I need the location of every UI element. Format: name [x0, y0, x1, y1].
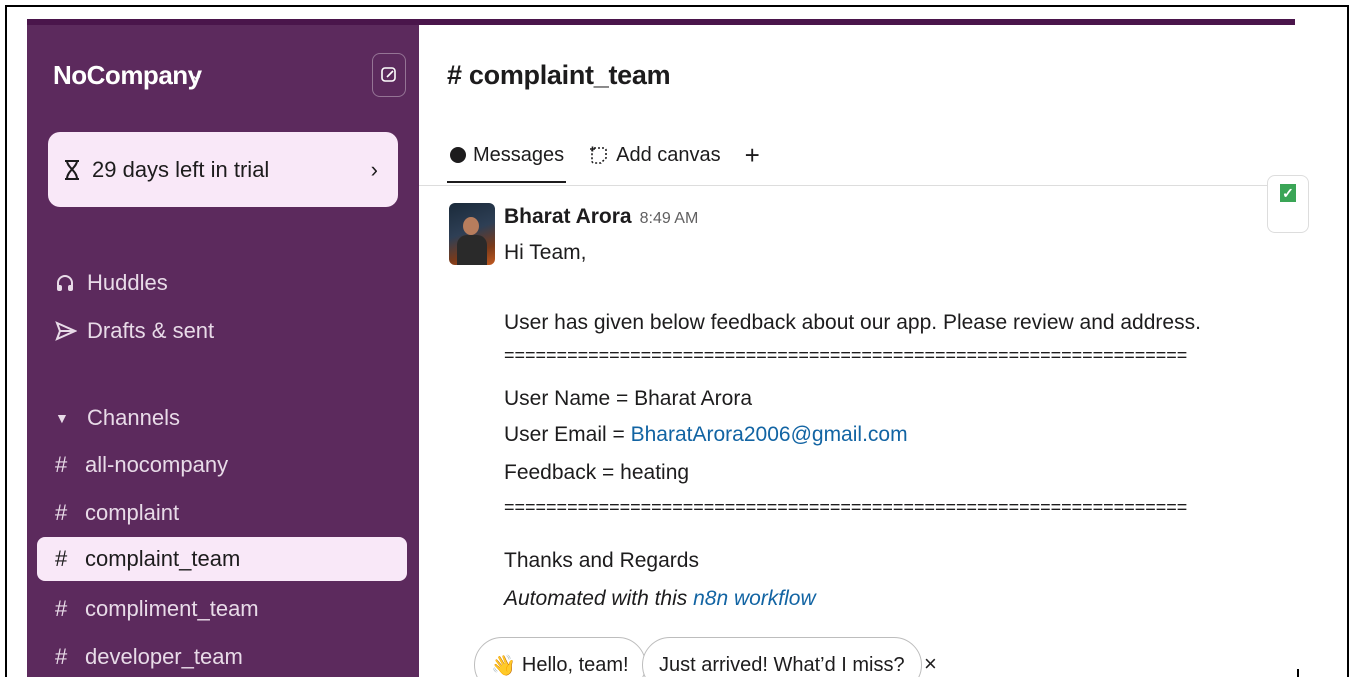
hash-icon: # [55, 452, 68, 477]
wave-icon: 👋 [491, 654, 516, 677]
canvas-icon [588, 145, 610, 165]
app-frame: NoCompany ⌄ 29 days left in trial › Hudd… [5, 5, 1349, 677]
hash-icon: # [55, 596, 68, 621]
sidebar-item-huddles[interactable]: Huddles [55, 270, 168, 296]
add-tab-button[interactable]: + [745, 135, 760, 175]
divider [419, 185, 1295, 186]
user-email-label: User Email = [504, 423, 631, 446]
channel-label: compliment_team [85, 596, 259, 621]
message-bubble-icon [449, 146, 467, 164]
suggestion-arrived-button[interactable]: Just arrived! What’d I miss? [642, 637, 922, 677]
checkbox-icon: ✓ [1280, 184, 1296, 202]
sidebar-item-drafts[interactable]: Drafts & sent [55, 318, 214, 344]
message: Bharat Arora 8:49 AM Hi Team, User has g… [504, 205, 1284, 610]
channels-header[interactable]: ▼ Channels [55, 405, 180, 431]
headphones-icon [55, 273, 79, 293]
suggestion-label: Hello, team! [521, 653, 629, 676]
close-icon[interactable]: × [924, 651, 937, 677]
trial-text: 29 days left in trial [92, 156, 270, 182]
caret-down-icon: ▼ [55, 410, 69, 426]
message-user-email: User Email = BharatArora2006@gmail.com [504, 423, 908, 447]
channel-view: # complaint_team Messages Add canvas + ✓… [419, 25, 1309, 677]
automated-prefix: Automated with this [504, 587, 694, 610]
tab-label: Messages [473, 143, 565, 166]
text-cursor [1297, 669, 1299, 677]
workspace-name[interactable]: NoCompany [53, 60, 202, 91]
channel-label: all-nocompany [85, 452, 229, 477]
tab-add-canvas[interactable]: Add canvas [588, 135, 721, 175]
sidebar-item-complaint[interactable]: # complaint [37, 491, 407, 535]
hourglass-icon [62, 159, 82, 181]
sidebar-item-label: Huddles [87, 270, 168, 295]
channels-header-label: Channels [87, 405, 180, 430]
hash-icon: # [55, 500, 68, 525]
send-icon [55, 321, 79, 341]
tab-messages[interactable]: Messages [446, 135, 567, 183]
channel-tabs: Messages Add canvas + [446, 135, 784, 183]
suggestion-label: Just arrived! What’d I miss? [659, 653, 905, 676]
message-separator: ========================================… [504, 345, 1188, 365]
message-author[interactable]: Bharat Arora [504, 205, 632, 229]
channel-label: developer_team [85, 644, 243, 669]
hash-icon: # [55, 546, 68, 571]
channel-label: complaint [85, 500, 180, 525]
tab-label: Add canvas [616, 143, 721, 166]
suggestion-hello-button[interactable]: 👋 Hello, team! [474, 637, 646, 677]
sidebar: NoCompany ⌄ 29 days left in trial › Hudd… [27, 25, 419, 677]
sidebar-item-all-nocompany[interactable]: # all-nocompany [37, 443, 407, 487]
channel-title[interactable]: # complaint_team [447, 60, 671, 91]
chevron-right-icon: › [370, 156, 378, 182]
email-link[interactable]: BharatArora2006@gmail.com [631, 423, 908, 446]
trial-banner[interactable]: 29 days left in trial › [48, 132, 398, 207]
message-separator: ========================================… [504, 497, 1188, 517]
message-automated: Automated with this n8n workflow [504, 587, 816, 611]
message-timestamp[interactable]: 8:49 AM [640, 210, 699, 228]
compose-icon [381, 67, 396, 82]
message-header: Bharat Arora 8:49 AM [504, 205, 1284, 235]
channel-label: complaint_team [85, 546, 241, 571]
sidebar-item-developer-team[interactable]: # developer_team [37, 635, 407, 677]
message-greeting: Hi Team, [504, 241, 587, 264]
message-user-name: User Name = Bharat Arora [504, 387, 753, 410]
sidebar-item-complaint-team[interactable]: # complaint_team [37, 537, 407, 581]
chevron-down-icon[interactable]: ⌄ [190, 65, 203, 85]
sidebar-item-compliment-team[interactable]: # compliment_team [37, 587, 407, 631]
hash-icon: # [55, 644, 68, 669]
message-intro: User has given below feedback about our … [504, 311, 1201, 334]
sidebar-item-label: Drafts & sent [87, 318, 215, 343]
message-thanks: Thanks and Regards [504, 549, 699, 572]
message-feedback: Feedback = heating [504, 461, 690, 484]
avatar[interactable] [449, 203, 495, 265]
workflow-link[interactable]: n8n workflow [693, 587, 816, 610]
compose-button[interactable] [372, 53, 406, 97]
